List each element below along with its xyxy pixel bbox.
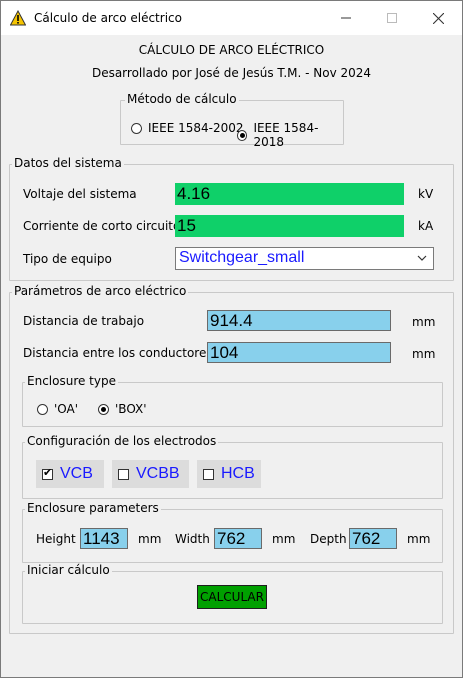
distancia-trabajo-input[interactable]: 914.4 (207, 310, 391, 331)
calcular-button[interactable]: CALCULAR (197, 585, 267, 609)
radio-indicator (131, 122, 142, 134)
checkbox-indicator (118, 468, 129, 480)
chevron-down-icon (417, 255, 427, 261)
tipo-equipo-label: Tipo de equipo (23, 252, 112, 266)
enclosure-params-legend: Enclosure parameters (25, 501, 161, 515)
enclosure-type-legend: Enclosure type (25, 374, 118, 388)
width-input[interactable]: 762 (214, 528, 262, 549)
voltaje-unit: kV (418, 187, 434, 201)
parametros-legend: Parámetros de arco eléctrico (12, 284, 189, 298)
tipo-equipo-value: Switchgear_small (179, 249, 305, 266)
radio-indicator (98, 403, 109, 415)
checkbox-indicator (42, 466, 53, 480)
datos-legend: Datos del sistema (12, 156, 124, 170)
distancia-trabajo-unit: mm (412, 315, 436, 329)
app-title: CÁLCULO DE ARCO ELÉCTRICO (138, 43, 325, 57)
tipo-equipo-select[interactable]: Switchgear_small (175, 247, 434, 270)
distancia-conductores-unit: mm (412, 347, 436, 361)
radio-label: IEEE 1584-2002 (148, 121, 244, 135)
enclosure-type-group: Enclosure type 'OA' 'BOX' (22, 374, 443, 427)
depth-unit: mm (407, 532, 431, 546)
corriente-input[interactable]: 15 (175, 215, 404, 237)
corriente-label: Corriente de corto circuito (23, 219, 181, 233)
close-button[interactable] (415, 1, 461, 35)
distancia-conductores-label: Distancia entre los conductores (23, 346, 213, 360)
radio-label: IEEE 1584-2018 (253, 121, 319, 149)
app-subtitle: Desarrollado por José de Jesús T.M. - No… (91, 66, 372, 80)
height-label: Height (36, 532, 76, 546)
voltaje-input[interactable]: 4.16 (175, 183, 404, 205)
radio-indicator (37, 403, 48, 415)
radio-ieee-2002[interactable]: IEEE 1584-2002 (131, 121, 244, 135)
metodo-legend: Método de cálculo (125, 92, 239, 106)
title-bar: Cálculo de arco eléctrico (1, 1, 462, 35)
minimize-button[interactable] (323, 1, 369, 35)
depth-input[interactable]: 762 (349, 528, 397, 549)
depth-label: Depth (310, 532, 347, 546)
radio-oa[interactable]: 'OA' (37, 402, 78, 416)
maximize-button[interactable] (369, 1, 415, 35)
radio-ieee-2018[interactable]: IEEE 1584-2018 (237, 121, 343, 149)
distancia-trabajo-label: Distancia de trabajo (23, 314, 145, 328)
radio-label: 'OA' (54, 402, 79, 416)
corriente-unit: kA (418, 219, 434, 233)
warning-icon (10, 10, 26, 26)
checkbox-label: VCBB (136, 465, 180, 482)
checkbox-indicator (203, 468, 214, 480)
close-icon (432, 12, 444, 24)
height-unit: mm (138, 532, 162, 546)
checkbox-label: VCB (60, 465, 93, 482)
checkbox-hcb[interactable]: HCB (197, 460, 261, 488)
checkbox-vcbb[interactable]: VCBB (112, 460, 189, 488)
distancia-conductores-input[interactable]: 104 (207, 342, 391, 363)
radio-label: 'BOX' (115, 402, 147, 416)
radio-box[interactable]: 'BOX' (98, 402, 147, 416)
checkbox-vcb[interactable]: VCB (36, 460, 104, 488)
minimize-icon (341, 17, 351, 19)
app-window: Cálculo de arco eléctrico CÁLCULO DE ARC… (0, 0, 463, 678)
radio-indicator (237, 129, 248, 141)
maximize-icon (387, 13, 397, 23)
width-unit: mm (272, 532, 296, 546)
checkbox-label: HCB (221, 465, 255, 482)
voltaje-label: Voltaje del sistema (23, 187, 137, 201)
width-label: Width (175, 532, 210, 546)
metodo-group: Método de cálculo IEEE 1584-2002 IEEE 15… (120, 92, 344, 149)
electrodos-legend: Configuración de los electrodos (25, 434, 219, 448)
window-title: Cálculo de arco eléctrico (34, 11, 182, 25)
iniciar-legend: Iniciar cálculo (25, 563, 112, 577)
height-input[interactable]: 1143 (80, 528, 128, 549)
